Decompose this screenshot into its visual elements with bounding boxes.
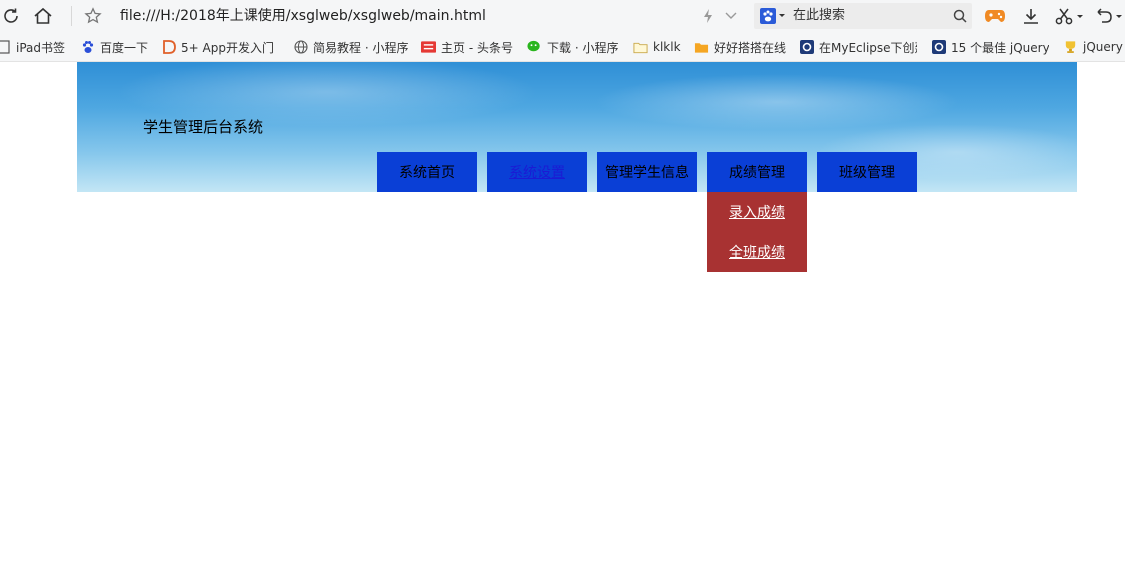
bookmark-label: 百度一下 bbox=[100, 40, 149, 55]
favorite-star-icon[interactable] bbox=[82, 3, 104, 29]
nav-item-classes[interactable]: 班级管理 bbox=[817, 152, 917, 192]
download-icon[interactable] bbox=[1020, 3, 1042, 29]
nav-item-label[interactable]: 系统设置 bbox=[509, 162, 565, 182]
baidu-paw-icon[interactable] bbox=[760, 6, 786, 26]
site-icon bbox=[931, 40, 946, 55]
bookmark-label: jQuery bbox=[1083, 40, 1123, 54]
dcloud-icon bbox=[161, 40, 176, 55]
page-title: 学生管理后台系统 bbox=[143, 118, 264, 136]
bookmark-label: 主页 - 头条号 bbox=[441, 40, 513, 55]
trophy-icon bbox=[1063, 40, 1078, 55]
bookmark-label: 下载 · 小程序 bbox=[547, 40, 619, 55]
nav-item-settings[interactable]: 系统设置 bbox=[487, 152, 587, 192]
chevron-down-icon[interactable] bbox=[722, 3, 740, 29]
address-bar-url[interactable]: file:///H:/2018年上课使用/xsglweb/xsglweb/mai… bbox=[120, 6, 486, 26]
bookmark-item[interactable]: 下载 · 小程序 bbox=[527, 38, 618, 56]
bookmark-item[interactable]: 15 个最佳 jQuery bbox=[931, 38, 1049, 56]
search-box[interactable] bbox=[754, 3, 972, 29]
bookmark-item[interactable]: 主页 - 头条号 bbox=[421, 38, 513, 56]
bookmark-item[interactable]: iPad书签 bbox=[0, 38, 65, 56]
bookmark-item[interactable]: 5+ App开发入门 bbox=[161, 38, 274, 56]
bookmark-icon bbox=[0, 40, 11, 55]
nav-item-grades[interactable]: 成绩管理 bbox=[707, 152, 807, 192]
dropdown-item-enter-grades[interactable]: 录入成绩 bbox=[707, 192, 807, 232]
lightning-icon[interactable] bbox=[700, 3, 716, 29]
folder-icon bbox=[633, 40, 648, 55]
baidu-paw-icon bbox=[80, 40, 95, 55]
home-icon[interactable] bbox=[31, 3, 55, 29]
bookmark-label: iPad书签 bbox=[16, 40, 66, 55]
undo-icon[interactable] bbox=[1093, 3, 1125, 29]
toolbar-divider bbox=[71, 6, 72, 26]
search-icon[interactable] bbox=[950, 3, 970, 29]
bookmark-label: 简易教程 · 小程序 bbox=[313, 40, 409, 55]
bookmark-item[interactable]: 在MyEclipse下创建 bbox=[799, 38, 917, 56]
search-input[interactable]: 在此搜索 bbox=[793, 6, 845, 26]
reload-icon[interactable] bbox=[0, 3, 22, 29]
site-icon bbox=[799, 40, 814, 55]
nav-item-student-info[interactable]: 管理学生信息 bbox=[597, 152, 697, 192]
nav-item-label: 班级管理 bbox=[839, 165, 895, 181]
nav-item-home[interactable]: 系统首页 bbox=[377, 152, 477, 192]
bookmark-label: 在MyEclipse下创建 bbox=[819, 40, 917, 55]
grades-dropdown-menu: 录入成绩 全班成绩 bbox=[707, 192, 807, 272]
bookmark-item[interactable]: klklk bbox=[633, 38, 681, 56]
nav-item-label: 系统首页 bbox=[399, 165, 455, 181]
toutiao-icon bbox=[421, 40, 436, 55]
globe-icon bbox=[293, 40, 308, 55]
browser-toolbar: file:///H:/2018年上课使用/xsglweb/xsglweb/mai… bbox=[0, 0, 1125, 32]
bookmark-item[interactable]: 简易教程 · 小程序 bbox=[293, 38, 408, 56]
dropdown-item-class-grades[interactable]: 全班成绩 bbox=[707, 232, 807, 272]
nav-item-label: 管理学生信息 bbox=[605, 165, 689, 181]
scissors-icon[interactable] bbox=[1054, 3, 1086, 29]
bookmark-item[interactable]: jQuery bbox=[1063, 38, 1125, 56]
bookmarks-bar: iPad书签 百度一下 5+ App开发入门 简易教程 · 小程序 主页 - 头… bbox=[0, 32, 1125, 62]
bookmark-label: 好好搭搭在线 bbox=[714, 40, 787, 55]
folder-orange-icon bbox=[694, 40, 709, 55]
bookmark-item[interactable]: 好好搭搭在线 bbox=[694, 38, 786, 56]
wechat-icon bbox=[527, 40, 542, 55]
nav-item-label: 成绩管理 bbox=[729, 165, 785, 181]
game-controller-icon[interactable] bbox=[982, 3, 1008, 29]
bookmark-label: 15 个最佳 jQuery bbox=[951, 40, 1049, 55]
bookmark-label: klklk bbox=[653, 40, 681, 54]
bookmark-label: 5+ App开发入门 bbox=[181, 40, 274, 55]
bookmark-item[interactable]: 百度一下 bbox=[80, 38, 148, 56]
